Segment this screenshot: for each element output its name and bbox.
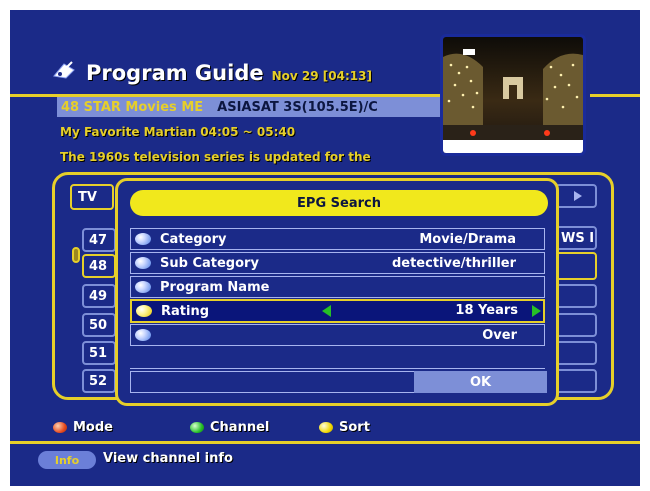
info-hint-text: View channel info	[103, 451, 233, 466]
legend-channel[interactable]: Channel	[190, 420, 269, 435]
program-title: My Favorite Martian 04:05 ~ 05:40	[60, 125, 296, 139]
rating-over-value: Over	[482, 328, 517, 343]
satellite-icon	[53, 61, 75, 79]
next-page-arrow[interactable]	[555, 184, 597, 208]
title-row: Program Guide Nov 29 [04:13]	[52, 60, 372, 85]
green-key-icon	[190, 422, 204, 433]
program-cell[interactable]	[555, 284, 597, 308]
arrow-left-icon[interactable]	[322, 304, 331, 317]
program-cell[interactable]	[555, 252, 597, 280]
category-label: Category	[160, 231, 227, 247]
program-cell[interactable]	[555, 313, 597, 337]
sub-category-label: Sub Category	[160, 255, 259, 271]
program-name-row[interactable]: Program Name	[130, 276, 545, 298]
chevron-right-icon	[574, 191, 582, 201]
program-cell[interactable]	[555, 341, 597, 365]
channel-row[interactable]: 48	[82, 254, 116, 278]
legend-sort-label: Sort	[339, 420, 370, 435]
bullet-icon	[135, 257, 151, 269]
tab-tv[interactable]: TV	[70, 184, 114, 210]
info-key-button[interactable]: Info	[38, 451, 96, 469]
empty-row	[130, 347, 545, 369]
channel-name: 48 STAR Movies ME	[61, 99, 204, 115]
bullet-icon	[136, 305, 152, 317]
channel-row[interactable]: 49	[82, 284, 116, 308]
category-row[interactable]: Category Movie/Drama	[130, 228, 545, 250]
program-name-label: Program Name	[160, 279, 270, 295]
program-description: The 1960s television series is updated f…	[60, 150, 371, 164]
preview-image	[443, 37, 583, 153]
video-preview	[440, 34, 586, 156]
footer-divider	[10, 441, 640, 444]
legend-mode[interactable]: Mode	[53, 420, 113, 435]
page-title: Program Guide	[86, 61, 264, 85]
channel-row[interactable]: 51	[82, 341, 116, 365]
bullet-icon	[135, 233, 151, 245]
legend-channel-label: Channel	[210, 420, 270, 435]
bullet-icon	[135, 281, 151, 293]
legend-mode-label: Mode	[73, 420, 113, 435]
sub-category-row[interactable]: Sub Category detective/thriller	[130, 252, 545, 274]
channel-row[interactable]: 50	[82, 313, 116, 337]
clock-date: Nov 29 [04:13]	[271, 69, 372, 83]
program-cell[interactable]: WS I	[555, 226, 597, 250]
arrow-right-icon[interactable]	[532, 304, 541, 317]
bullet-icon	[135, 329, 151, 341]
rating-selector[interactable]: 18 Years	[315, 300, 545, 321]
yellow-key-icon	[319, 422, 333, 433]
legend-sort[interactable]: Sort	[319, 420, 370, 435]
category-value: Movie/Drama	[419, 231, 516, 247]
scroll-indicator	[72, 247, 80, 263]
dialog-title: EPG Search	[130, 190, 548, 216]
channel-row[interactable]: 52	[82, 369, 116, 393]
ok-row-spacer	[130, 371, 414, 393]
channel-info-bar: 48 STAR Movies ME ASIASAT 3S(105.5E)/C	[57, 97, 441, 117]
program-cell[interactable]	[555, 369, 597, 393]
channel-row[interactable]: 47	[82, 228, 116, 252]
rating-value: 18 Years	[455, 303, 518, 318]
ok-button[interactable]: OK	[414, 371, 547, 393]
sub-category-value: detective/thriller	[391, 255, 516, 271]
header-divider-right	[590, 94, 640, 97]
satellite-name: ASIASAT 3S(105.5E)/C	[217, 99, 378, 115]
red-key-icon	[53, 422, 67, 433]
